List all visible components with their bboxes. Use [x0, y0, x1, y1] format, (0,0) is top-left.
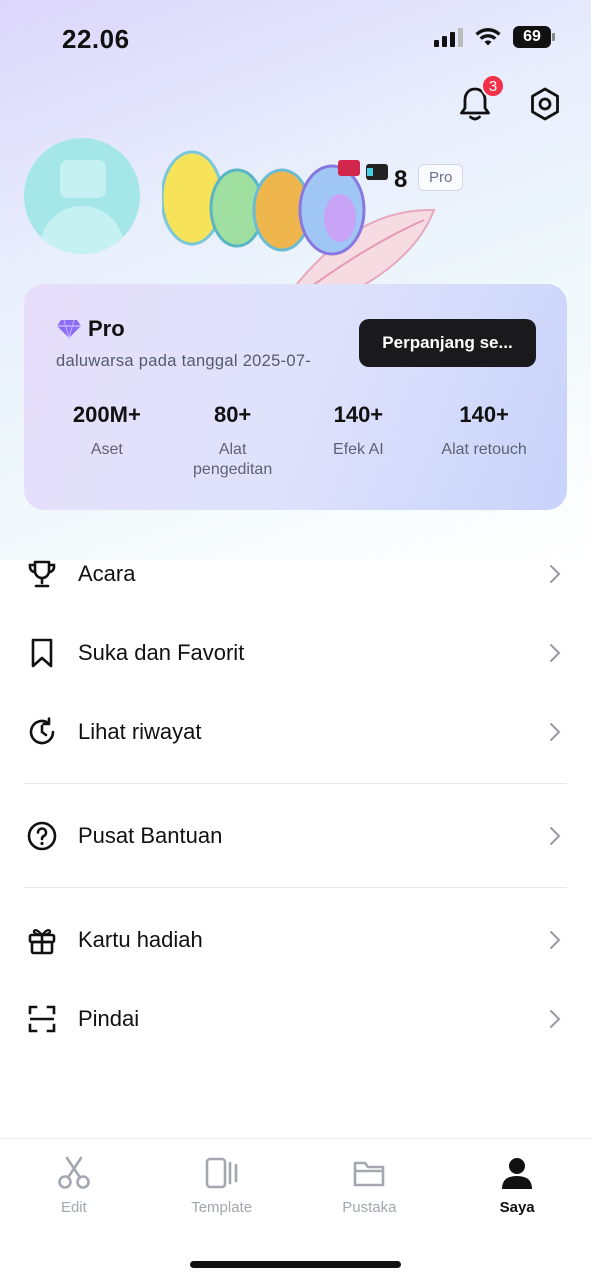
- settings-hex-icon: [531, 87, 559, 121]
- trophy-icon: [26, 558, 58, 590]
- pro-title-label: Pro: [88, 316, 125, 341]
- menu-item-label: Suka dan Favorit: [78, 639, 245, 665]
- pro-stats: 200M+ Aset 80+ Alat pengeditan 140+ Efek…: [44, 402, 547, 480]
- tab-edit[interactable]: Edit: [0, 1155, 148, 1216]
- pro-title: Pro: [56, 316, 125, 342]
- person-icon: [499, 1155, 535, 1191]
- template-icon: [204, 1155, 240, 1191]
- notification-count-badge: 3: [481, 74, 505, 98]
- tab-label: Pustaka: [342, 1199, 397, 1216]
- help-circle-icon: [26, 820, 58, 852]
- menu-item-label: Kartu hadiah: [78, 926, 203, 952]
- battery-icon: 69: [513, 26, 555, 48]
- tab-label: Saya: [499, 1199, 535, 1216]
- stat-label: Alat pengeditan: [193, 441, 273, 478]
- chevron-right-icon: [550, 564, 561, 583]
- tab-label: Template: [191, 1199, 253, 1216]
- bottom-tab-bar: Edit Template Pustaka Saya: [0, 1138, 591, 1280]
- history-icon: [26, 716, 58, 748]
- username: 8: [394, 166, 408, 193]
- folder-icon: [351, 1155, 387, 1191]
- notifications-button[interactable]: 3: [457, 74, 505, 124]
- chevron-right-icon: [550, 826, 561, 845]
- pro-membership-card[interactable]: Pro daluwarsa pada tanggal 2025-07- Perp…: [24, 284, 567, 510]
- menu-item-likes-favorites[interactable]: Suka dan Favorit: [0, 613, 591, 692]
- gift-icon: [26, 924, 58, 956]
- renew-subscription-button[interactable]: Perpanjang se...: [359, 319, 536, 367]
- wifi-icon: [475, 28, 501, 46]
- stat-assets: 200M+ Aset: [44, 402, 170, 480]
- top-actions: 3: [457, 74, 563, 124]
- menu-item-label: Acara: [78, 560, 136, 586]
- stat-value: 140+: [459, 402, 509, 427]
- tab-profile[interactable]: Saya: [443, 1155, 591, 1216]
- stat-editing-tools: 80+ Alat pengeditan: [170, 402, 296, 480]
- scan-icon: [26, 1003, 58, 1035]
- menu-item-label: Lihat riwayat: [78, 718, 202, 744]
- status-bar: 22.06 69: [0, 0, 591, 80]
- chevron-right-icon: [550, 643, 561, 662]
- menu-item-history[interactable]: Lihat riwayat: [0, 692, 591, 771]
- tab-template[interactable]: Template: [148, 1155, 296, 1216]
- chevron-right-icon: [550, 930, 561, 949]
- stat-label: Aset: [90, 441, 123, 458]
- home-indicator[interactable]: [190, 1261, 401, 1268]
- chevron-right-icon: [550, 722, 561, 741]
- menu-item-help-center[interactable]: Pusat Bantuan: [0, 796, 591, 875]
- settings-button[interactable]: [527, 84, 563, 124]
- menu-item-label: Pindai: [78, 1005, 140, 1031]
- cellular-signal-icon: [434, 27, 463, 47]
- stat-label: Alat retouch: [441, 441, 527, 458]
- menu-divider: [24, 783, 567, 784]
- menu-item-scan[interactable]: Pindai: [0, 979, 591, 1058]
- stat-value: 80+: [213, 402, 252, 427]
- stat-ai-effects: 140+ Efek AI: [296, 402, 422, 480]
- diamond-icon: [57, 319, 81, 339]
- menu-item-events[interactable]: Acara: [0, 534, 591, 613]
- menu-item-label: Pusat Bantuan: [78, 822, 223, 848]
- pro-badge: Pro: [418, 164, 464, 191]
- avatar[interactable]: [24, 138, 140, 254]
- chevron-right-icon: [550, 1009, 561, 1028]
- menu-divider: [24, 887, 567, 888]
- profile-header: L 8 Pro: [24, 138, 564, 298]
- stat-label: Efek AI: [333, 441, 384, 458]
- status-icons: 69: [434, 26, 555, 48]
- status-time: 22.06: [62, 24, 130, 54]
- stat-value: 140+: [333, 402, 384, 427]
- tab-library[interactable]: Pustaka: [296, 1155, 444, 1216]
- menu-item-gift-card[interactable]: Kartu hadiah: [0, 900, 591, 979]
- settings-menu: Acara Suka dan Favorit Lihat riwayat Pus…: [0, 534, 591, 1058]
- scissors-icon: [56, 1155, 92, 1191]
- stat-retouch-tools: 140+ Alat retouch: [421, 402, 547, 480]
- tab-label: Edit: [60, 1199, 87, 1216]
- stat-value: 200M+: [72, 402, 141, 427]
- pro-expiry-text: daluwarsa pada tanggal 2025-07-: [56, 352, 312, 370]
- bookmark-icon: [26, 637, 58, 669]
